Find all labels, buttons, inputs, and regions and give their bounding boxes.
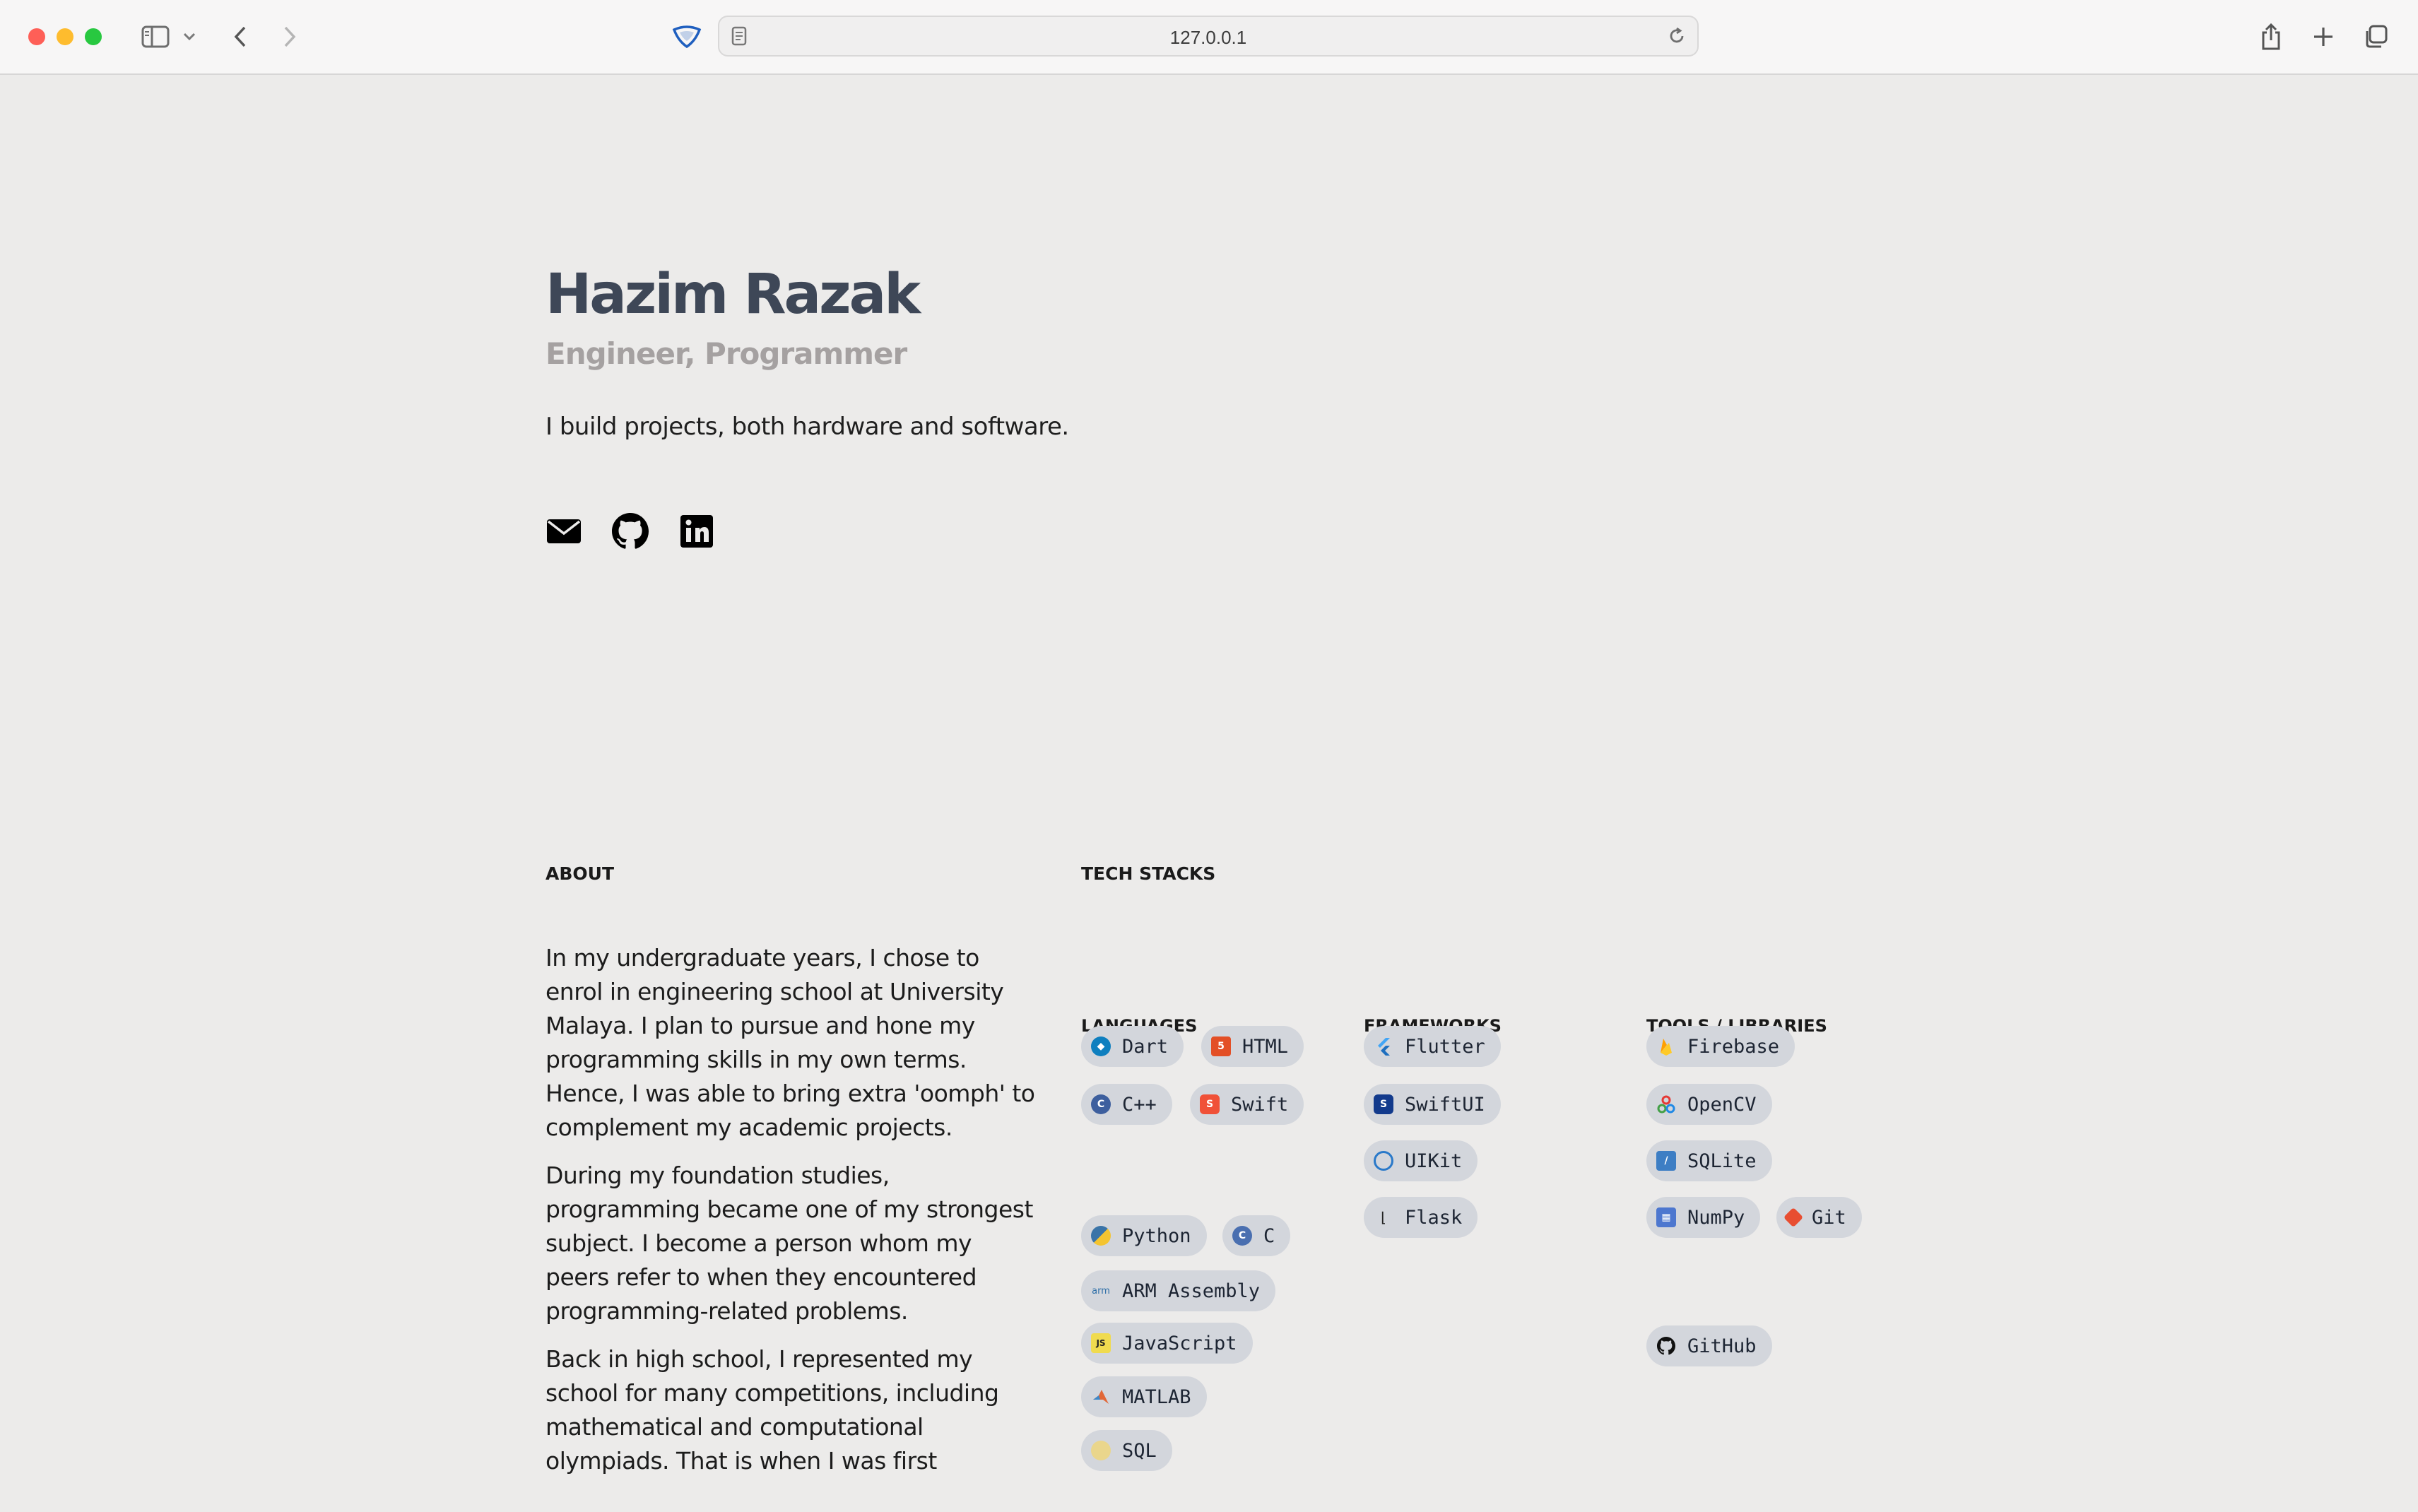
uikit-icon (1374, 1151, 1393, 1171)
numpy-icon: ▦ (1656, 1207, 1676, 1227)
browser-toolbar: 127.0.0.1 (0, 0, 2418, 75)
address-bar[interactable]: 127.0.0.1 (718, 16, 1699, 57)
flutter-icon (1374, 1036, 1393, 1056)
badge-javascript: JS JavaScript (1081, 1323, 1253, 1364)
reload-icon[interactable] (1666, 25, 1687, 47)
badge-matlab: MATLAB (1081, 1376, 1207, 1417)
database-icon (1091, 1441, 1111, 1460)
about-paragraph: During my foundation studies, programmin… (545, 1162, 1033, 1325)
badge-arm-assembly: arm ARM Assembly (1081, 1270, 1276, 1311)
swiftui-icon: S (1374, 1094, 1393, 1114)
badge-github: GitHub (1646, 1325, 1772, 1366)
dart-icon: ◆ (1091, 1036, 1111, 1056)
badge-python: Python (1081, 1215, 1207, 1256)
badge-opencv: OpenCV (1646, 1084, 1772, 1125)
forward-icon[interactable] (276, 21, 304, 52)
badge-swiftui: S SwiftUI (1364, 1084, 1501, 1125)
badge-flutter: Flutter (1364, 1026, 1501, 1067)
git-icon (1783, 1207, 1804, 1228)
new-tab-icon[interactable] (2308, 21, 2339, 52)
opencv-icon (1656, 1094, 1676, 1114)
badge-uikit: UIKit (1364, 1140, 1478, 1181)
chevron-down-icon[interactable] (181, 28, 198, 45)
share-icon[interactable] (2257, 20, 2285, 54)
github-small-icon (1656, 1336, 1676, 1356)
sqlite-icon: / (1656, 1151, 1676, 1171)
url-text: 127.0.0.1 (1169, 27, 1247, 48)
about-text: In my undergraduate years, I chose to en… (545, 941, 1040, 1492)
tech-stacks-heading: TECH STACKS (1081, 863, 1216, 884)
about-paragraph: In my undergraduate years, I chose to en… (545, 944, 1035, 1141)
tagline: I build projects, both hardware and soft… (545, 413, 1069, 441)
badge-firebase: Firebase (1646, 1026, 1795, 1067)
role-subtitle: Engineer, Programmer (545, 336, 907, 371)
email-icon[interactable] (545, 513, 582, 550)
close-window-button[interactable] (28, 28, 45, 45)
page-content: Hazim Razak Engineer, Programmer I build… (0, 75, 2418, 1512)
badge-numpy: ▦ NumPy (1646, 1197, 1761, 1238)
badge-sqlite: / SQLite (1646, 1140, 1772, 1181)
page-title: Hazim Razak (545, 263, 921, 326)
firebase-icon (1656, 1036, 1676, 1056)
badge-c: C C (1222, 1215, 1291, 1256)
github-icon[interactable] (612, 513, 649, 550)
javascript-icon: JS (1091, 1333, 1111, 1353)
badge-git: Git (1776, 1197, 1862, 1238)
back-icon[interactable] (226, 21, 254, 52)
badge-sql: SQL (1081, 1430, 1172, 1471)
linkedin-icon[interactable] (678, 513, 715, 550)
about-heading: ABOUT (545, 863, 615, 884)
matlab-icon (1091, 1387, 1111, 1407)
c-icon: C (1232, 1226, 1252, 1246)
social-links (545, 513, 715, 553)
privacy-shield-icon[interactable] (668, 23, 705, 51)
html5-icon: 5 (1211, 1036, 1231, 1056)
badge-swift: S Swift (1190, 1084, 1304, 1125)
tab-overview-icon[interactable] (2360, 21, 2391, 52)
flask-icon: ⌊ (1381, 1209, 1386, 1226)
zoom-window-button[interactable] (85, 28, 102, 45)
arm-icon: arm (1092, 1285, 1110, 1297)
badge-flask: ⌊ Flask (1364, 1197, 1478, 1238)
cpp-icon: C (1091, 1094, 1111, 1114)
sidebar-toggle-icon[interactable] (136, 21, 175, 52)
python-icon (1091, 1226, 1111, 1246)
badge-html: 5 HTML (1201, 1026, 1304, 1067)
swift-icon: S (1200, 1094, 1220, 1114)
browser-window: 127.0.0.1 Hazim Razak Engineer, Programm… (0, 0, 2418, 1512)
badge-cpp: C C++ (1081, 1084, 1172, 1125)
minimize-window-button[interactable] (57, 28, 73, 45)
badge-dart: ◆ Dart (1081, 1026, 1184, 1067)
about-paragraph: Back in high school, I represented my sc… (545, 1345, 999, 1475)
